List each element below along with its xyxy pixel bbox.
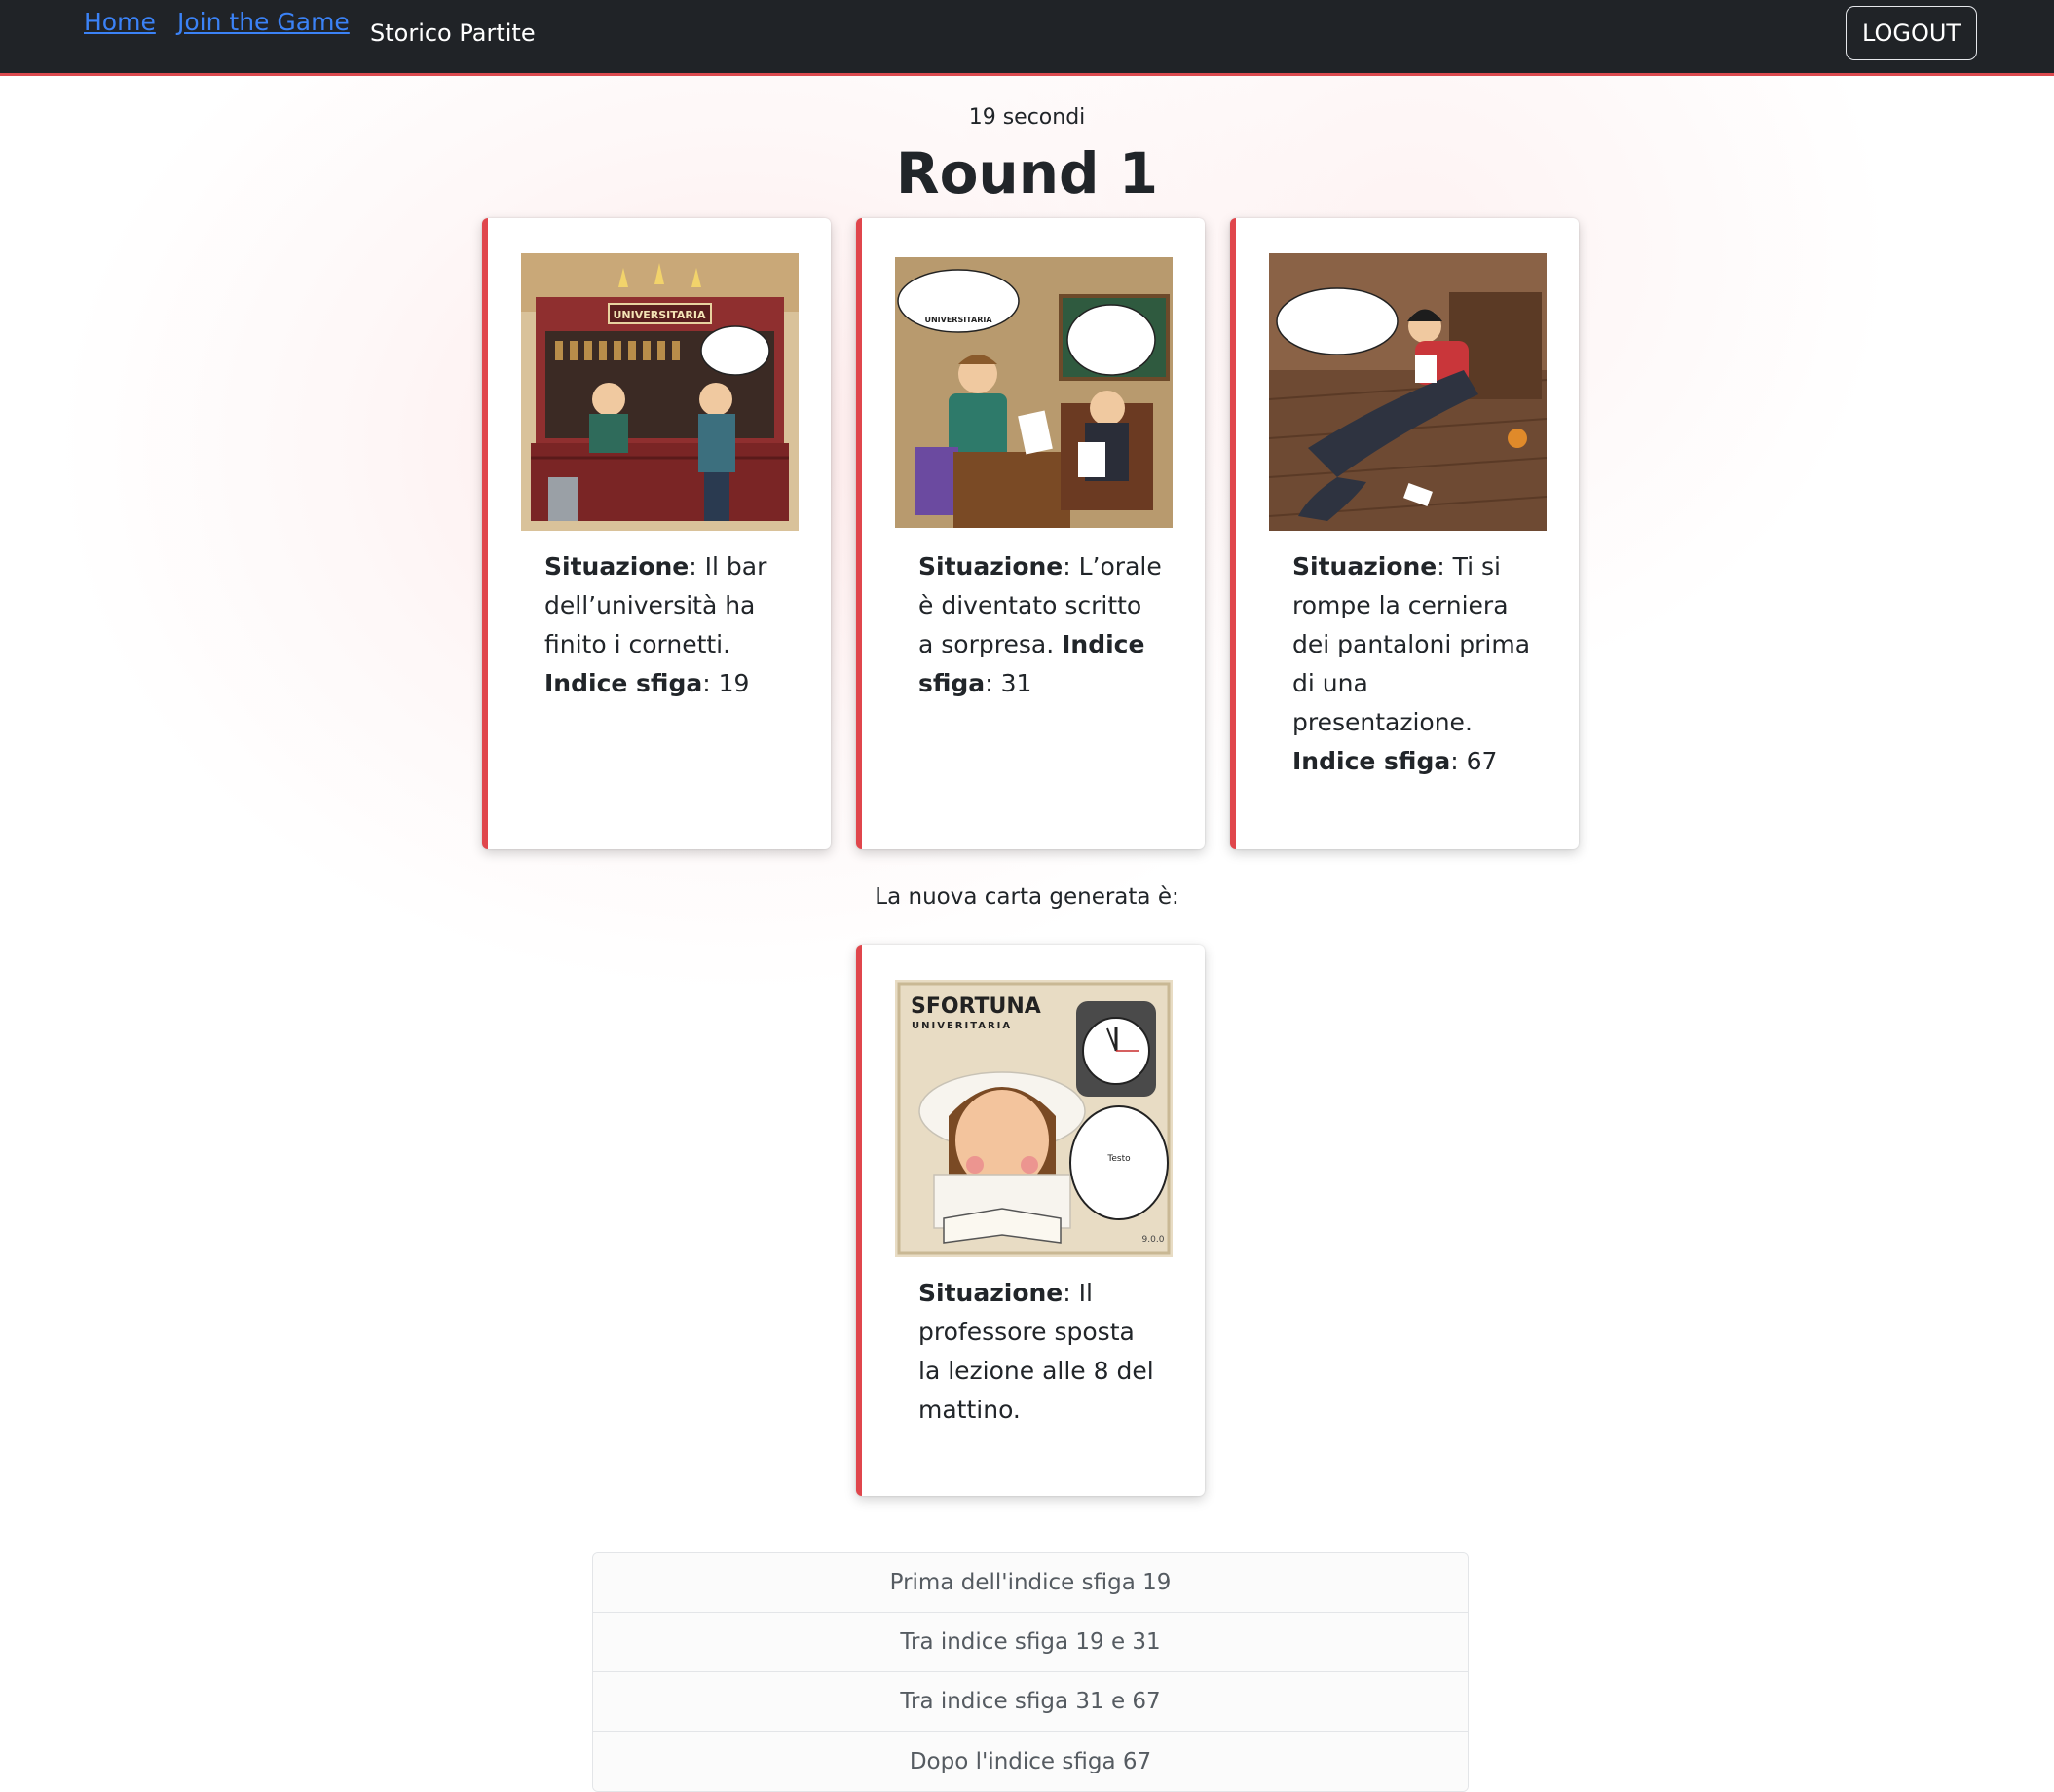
choice-between-31-67[interactable]: Tra indice sfiga 31 e 67	[593, 1672, 1468, 1732]
situation-card: Situazione: Ti si rompe la cerniera dei …	[1230, 218, 1579, 849]
nav-history-link[interactable]: Storico Partite	[370, 19, 536, 47]
image-title: SFORTUNA	[911, 994, 1041, 1019]
situation-label: Situazione	[918, 1279, 1064, 1307]
logout-button[interactable]: LOGOUT	[1846, 6, 1977, 60]
image-bubble-text: Testo	[1106, 1154, 1131, 1164]
new-card-intro: La nuova carta generata è:	[875, 884, 1179, 910]
image-corner-mark: 9.0.0	[1142, 1235, 1165, 1245]
card-illustration: UNIVERSITARIA	[521, 253, 799, 531]
game-main: 19 secondi Round 1 UNIVERSITARIA Situazi…	[0, 76, 2054, 1792]
card-description: Situazione: Il bar dell’università ha fi…	[544, 552, 767, 697]
index-label: Indice sfiga	[1292, 747, 1451, 775]
image-subtitle: UNIVERITARIA	[912, 1021, 1012, 1031]
top-navbar: Home Join the Game Storico Partite LOGOU…	[0, 0, 2054, 76]
nav-join-game-link[interactable]: Join the Game	[177, 8, 350, 36]
situation-label: Situazione	[544, 552, 690, 580]
new-situation-card: SFORTUNA UNIVERITARIA Testo 9.0.0 Situaz…	[856, 945, 1205, 1496]
card-description: Situazione: Ti si rompe la cerniera dei …	[1292, 552, 1531, 775]
situation-label: Situazione	[918, 552, 1064, 580]
choice-before-19[interactable]: Prima dell'indice sfiga 19	[593, 1553, 1468, 1613]
nav-home-link[interactable]: Home	[84, 8, 156, 36]
round-timer: 19 secondi	[968, 105, 1086, 130]
situation-card: UNIVERSITARIA Situazione: L’orale è dive…	[856, 218, 1205, 849]
index-label: Indice sfiga	[544, 669, 703, 697]
choice-after-67[interactable]: Dopo l'indice sfiga 67	[593, 1732, 1468, 1791]
card-image-text: UNIVERSITARIA	[614, 309, 706, 321]
card-image-text: UNIVERSITARIA	[924, 316, 992, 324]
placement-choice-list: Prima dell'indice sfiga 19 Tra indice sf…	[592, 1552, 1469, 1792]
index-value: 19	[718, 669, 750, 697]
round-title: Round 1	[895, 140, 1159, 206]
situation-label: Situazione	[1292, 552, 1438, 580]
index-value: 67	[1466, 747, 1498, 775]
card-illustration: UNIVERSITARIA	[895, 257, 1173, 528]
card-description: Situazione: Il professore sposta la lezi…	[918, 1279, 1154, 1424]
card-description: Situazione: L’orale è diventato scritto …	[918, 552, 1162, 697]
index-value: 31	[1000, 669, 1032, 697]
situation-card: UNIVERSITARIA Situazione: Il bar dell’un…	[482, 218, 831, 849]
choice-between-19-31[interactable]: Tra indice sfiga 19 e 31	[593, 1613, 1468, 1672]
card-illustration: SFORTUNA UNIVERITARIA Testo 9.0.0	[895, 980, 1173, 1257]
card-illustration	[1269, 253, 1547, 531]
